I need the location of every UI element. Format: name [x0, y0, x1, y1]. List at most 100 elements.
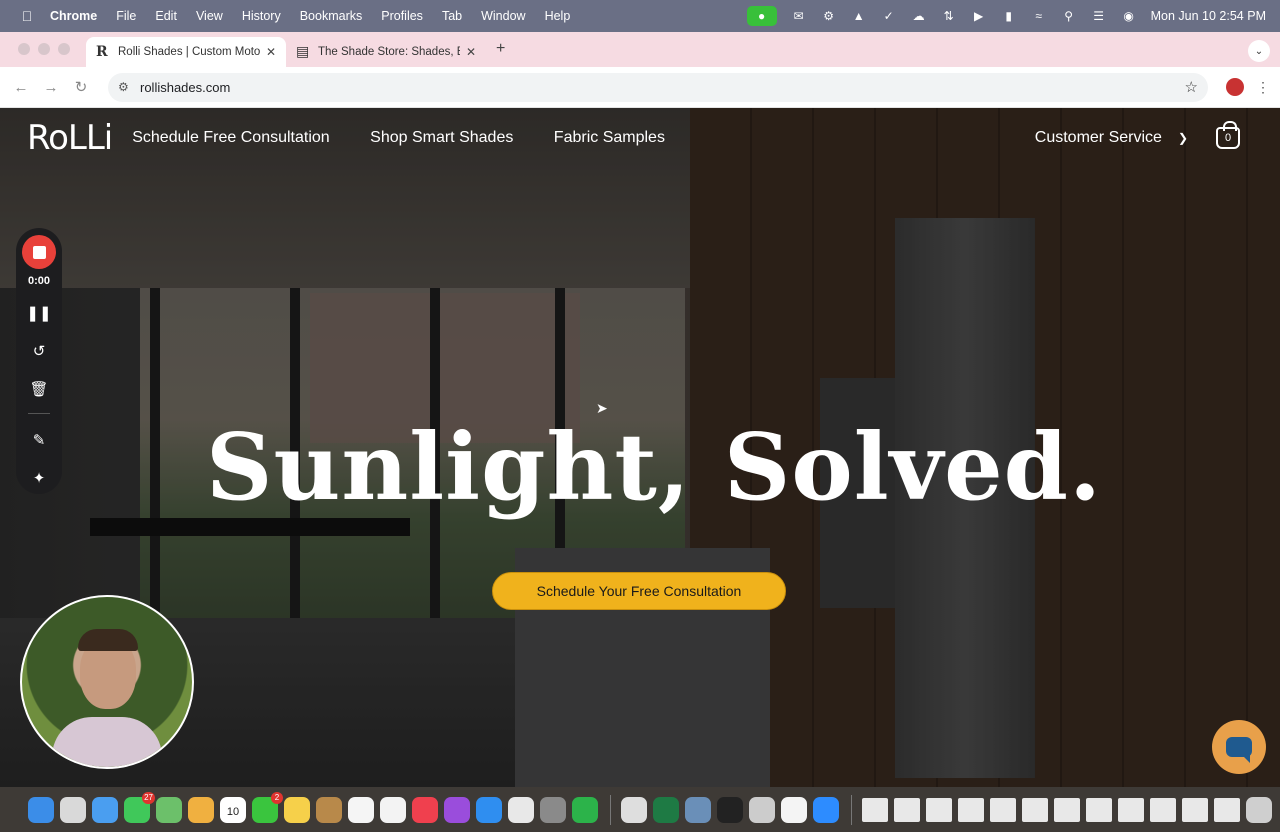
maps-icon[interactable] [156, 796, 182, 823]
magic-wand-icon[interactable]: ✦ [33, 466, 46, 490]
recent-document-thumbnail[interactable] [894, 797, 920, 822]
gear-icon[interactable]: ⚙ [821, 9, 837, 23]
recent-document-thumbnail[interactable] [1118, 797, 1144, 822]
menu-bookmarks[interactable]: Bookmarks [300, 9, 363, 23]
search-icon[interactable]: ⚲ [1061, 9, 1077, 23]
chatgpt-icon[interactable] [781, 796, 807, 823]
nav-fabric-samples[interactable]: Fabric Samples [554, 129, 665, 146]
contacts-icon[interactable] [316, 796, 342, 823]
siri-icon[interactable]: ◉ [1121, 9, 1137, 23]
reload-icon[interactable]: ↻ [66, 78, 96, 96]
messages-icon[interactable]: 27 [124, 791, 155, 823]
close-tab-icon[interactable]: ✕ [266, 45, 276, 59]
zoom-window-icon[interactable] [58, 43, 70, 55]
pencil-icon[interactable]: ✎ [33, 428, 46, 452]
recent-document-thumbnail[interactable] [1054, 797, 1080, 822]
more-menu-icon[interactable]: ⋮ [1256, 79, 1270, 96]
restart-icon[interactable]: ↺ [33, 339, 46, 363]
tab-shade-store[interactable]: ▤ The Shade Store: Shades, Blin ✕ [286, 37, 486, 67]
menu-file[interactable]: File [116, 9, 136, 23]
nav-shop-smart-shades[interactable]: Shop Smart Shades [370, 129, 513, 146]
facetime-status-icon[interactable]: ● [746, 6, 777, 26]
back-icon[interactable]: ← [6, 79, 36, 96]
minimize-window-icon[interactable] [38, 43, 50, 55]
chevron-down-icon[interactable]: ❯ [1178, 131, 1188, 145]
tab-rolli[interactable]: R Rolli Shades | Custom Motoriz ✕ [86, 37, 286, 67]
trash-icon[interactable] [1246, 796, 1272, 823]
apple-icon[interactable]:  [16, 8, 38, 24]
reminders-icon[interactable] [348, 796, 374, 823]
trash-icon[interactable]: 🗑 [29, 377, 48, 401]
menu-window[interactable]: Window [481, 9, 525, 23]
photos-icon[interactable] [188, 796, 214, 823]
nav-schedule-consultation[interactable]: Schedule Free Consultation [132, 129, 329, 146]
url-text[interactable]: rollishades.com [140, 80, 230, 95]
site-settings-icon[interactable]: ⚙ [118, 80, 140, 94]
control-center-icon[interactable]: ☰ [1091, 9, 1107, 23]
customer-service-link[interactable]: Customer Service [1035, 129, 1162, 147]
freeform-icon[interactable] [380, 796, 406, 823]
bookmark-star-icon[interactable]: ☆ [1185, 78, 1198, 96]
evernote-icon[interactable] [572, 796, 598, 823]
launchpad-icon[interactable] [60, 796, 86, 823]
mail-icon[interactable] [92, 796, 118, 823]
facetime-icon[interactable]: 2 [252, 791, 283, 823]
notes-icon[interactable] [284, 796, 310, 823]
drive-icon[interactable]: ▲ [851, 9, 867, 23]
close-window-icon[interactable] [18, 43, 30, 55]
backup-icon[interactable]: ☁ [911, 9, 927, 23]
chat-bubble-icon [1226, 737, 1252, 763]
address-bar[interactable]: ⚙ rollishades.com ☆ [108, 72, 1208, 102]
recent-document-thumbnail[interactable] [1150, 797, 1176, 822]
battery-icon[interactable]: ▮ [1001, 9, 1017, 23]
printer-icon[interactable] [749, 796, 775, 823]
menu-clock[interactable]: Mon Jun 10 2:54 PM [1151, 9, 1266, 23]
recent-document-thumbnail[interactable] [1022, 797, 1048, 822]
menu-history[interactable]: History [242, 9, 281, 23]
podcasts-icon[interactable] [444, 796, 470, 823]
network-icon[interactable]: ⇅ [941, 9, 957, 23]
schedule-consultation-button[interactable]: Schedule Your Free Consultation [492, 572, 786, 610]
recent-document-thumbnail[interactable] [1214, 797, 1240, 822]
menu-tab[interactable]: Tab [442, 9, 462, 23]
preview-icon[interactable] [685, 796, 711, 823]
menu-help[interactable]: Help [545, 9, 571, 23]
recent-document-thumbnail[interactable] [1086, 797, 1112, 822]
forward-icon[interactable]: → [36, 79, 66, 96]
chrome-icon[interactable] [508, 796, 534, 823]
excel-icon[interactable] [653, 796, 679, 823]
appstore-icon[interactable] [476, 796, 502, 823]
recent-document-thumbnail[interactable] [926, 797, 952, 822]
notification-badge: 27 [142, 791, 155, 804]
webcam-bubble[interactable] [20, 595, 194, 769]
cart-icon[interactable]: 0 [1216, 121, 1240, 149]
stop-recording-button[interactable] [22, 235, 56, 269]
pause-icon[interactable]: ❚❚ [26, 301, 51, 325]
profile-avatar[interactable] [1226, 78, 1244, 96]
tab-strip: R Rolli Shades | Custom Motoriz ✕ ▤ The … [0, 32, 1280, 67]
finder-icon[interactable] [28, 796, 54, 823]
rolli-logo[interactable]: RoLLi [27, 118, 113, 158]
settings-icon[interactable] [540, 796, 566, 823]
chat-button[interactable] [1212, 720, 1266, 774]
recent-document-thumbnail[interactable] [1182, 797, 1208, 822]
menu-app-name[interactable]: Chrome [50, 9, 97, 23]
terminal-icon[interactable] [717, 796, 743, 823]
zoom-icon[interactable] [813, 796, 839, 823]
tab-search-chevron-icon[interactable]: ⌄ [1248, 40, 1270, 62]
menu-profiles[interactable]: Profiles [381, 9, 423, 23]
music-icon[interactable] [412, 796, 438, 823]
inbox-icon[interactable]: ✉ [791, 9, 807, 23]
vpn-icon[interactable]: ✓ [881, 9, 897, 23]
close-tab-icon[interactable]: ✕ [466, 45, 476, 59]
recent-document-thumbnail[interactable] [862, 797, 888, 822]
menu-edit[interactable]: Edit [155, 9, 177, 23]
play-icon[interactable]: ▶ [971, 9, 987, 23]
calendar-icon[interactable]: 10 [220, 796, 246, 823]
recent-document-thumbnail[interactable] [958, 797, 984, 822]
recent-document-thumbnail[interactable] [990, 797, 1016, 822]
wifi-icon[interactable]: ≈ [1031, 9, 1047, 23]
menu-view[interactable]: View [196, 9, 223, 23]
new-tab-icon[interactable]: + [496, 40, 505, 58]
vectornator-icon[interactable] [621, 796, 647, 823]
